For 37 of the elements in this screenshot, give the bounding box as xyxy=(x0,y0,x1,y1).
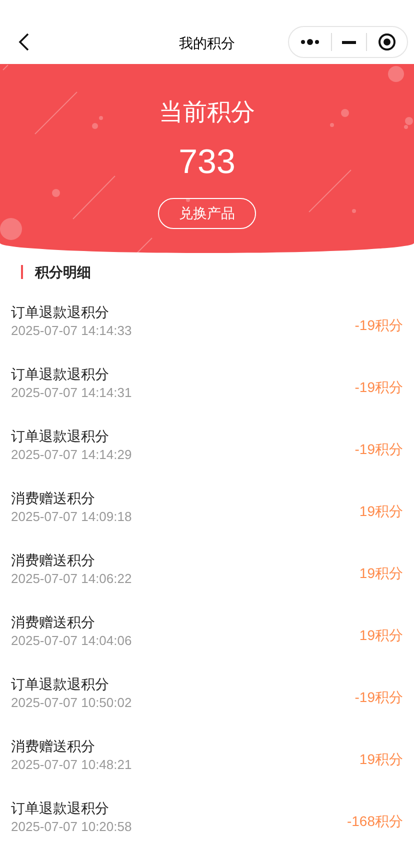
record-title: 消费赠送积分 xyxy=(11,613,96,632)
record-amount: -19积分 xyxy=(354,378,403,396)
record-title: 消费赠送积分 xyxy=(11,737,96,756)
record-amount: -19积分 xyxy=(354,688,403,706)
record-title: 订单退款退积分 xyxy=(11,365,110,384)
back-icon xyxy=(18,33,28,51)
record-amount: 19积分 xyxy=(359,564,403,582)
record-time: 2025-07-07 14:04:06 xyxy=(11,632,133,650)
record-title: 订单退款退积分 xyxy=(11,799,110,818)
record-title: 消费赠送积分 xyxy=(11,551,96,570)
section-marker xyxy=(21,265,23,279)
record-amount: 19积分 xyxy=(359,750,403,768)
record-title: 订单退款退积分 xyxy=(11,303,110,322)
record-time: 2025-07-07 10:50:02 xyxy=(11,694,133,712)
record-time: 2025-07-07 10:48:21 xyxy=(11,756,133,774)
record-title: 订单退款退积分 xyxy=(11,427,110,446)
record-amount: -19积分 xyxy=(354,316,403,334)
record-amount: -19积分 xyxy=(354,440,403,458)
close-icon[interactable] xyxy=(378,33,396,51)
record-time: 2025-07-07 14:09:18 xyxy=(11,508,133,526)
points-label: 当前积分 xyxy=(159,98,255,128)
more-icon[interactable] xyxy=(300,39,320,45)
page-title: 我的积分 xyxy=(179,34,235,52)
record-amount: 19积分 xyxy=(359,502,403,520)
record-title: 订单退款退积分 xyxy=(11,675,110,694)
minimize-icon[interactable] xyxy=(342,40,356,44)
section-title: 积分明细 xyxy=(35,262,91,282)
record-time: 2025-07-07 14:06:22 xyxy=(11,570,133,588)
record-time: 2025-07-07 14:14:33 xyxy=(11,322,133,340)
record-time: 2025-07-07 14:14:29 xyxy=(11,446,133,464)
points-value: 733 xyxy=(178,142,236,182)
record-time: 2025-07-07 10:20:58 xyxy=(11,818,133,836)
record-time: 2025-07-07 14:14:31 xyxy=(11,384,133,402)
redeem-button[interactable]: 兑换产品 xyxy=(158,198,256,229)
record-amount: 19积分 xyxy=(359,626,403,644)
record-title: 消费赠送积分 xyxy=(11,489,96,508)
record-amount: -168积分 xyxy=(346,812,403,830)
